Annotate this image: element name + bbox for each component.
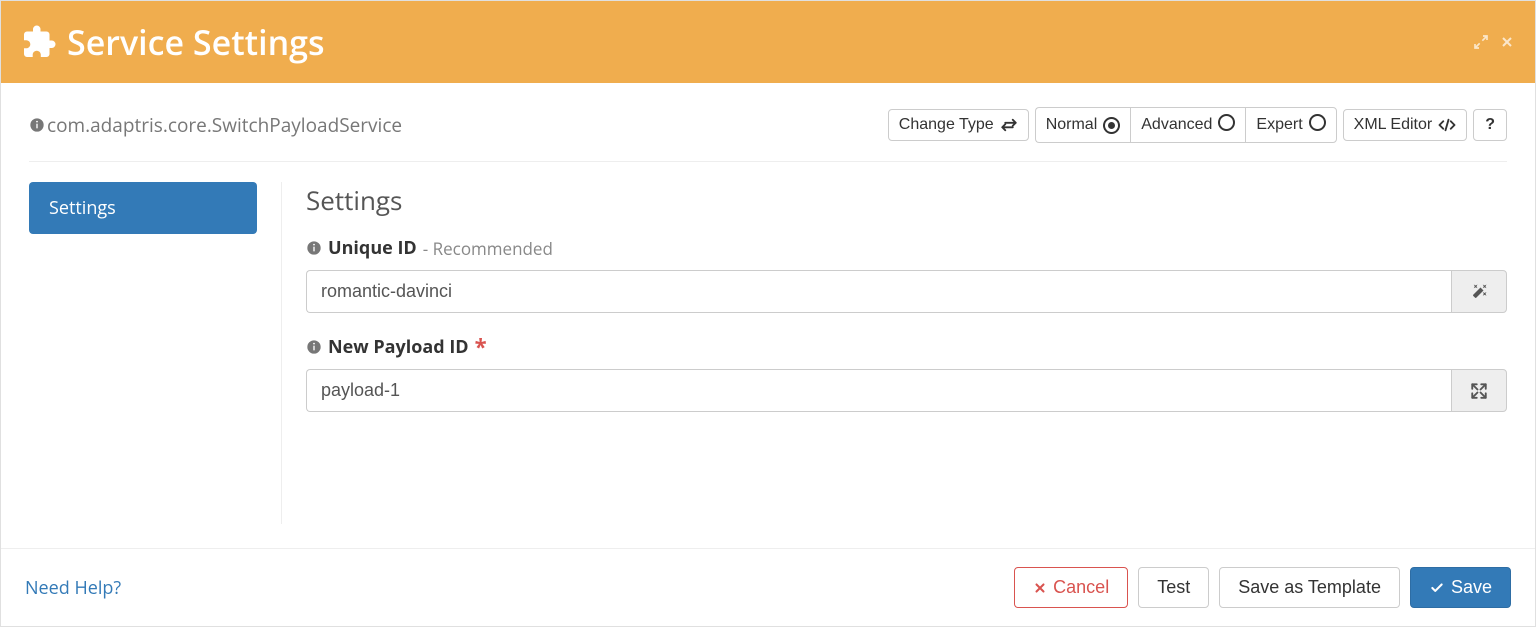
magic-wand-button[interactable]	[1451, 270, 1507, 313]
info-icon	[29, 117, 45, 133]
required-indicator: *	[475, 342, 487, 353]
unique-id-input[interactable]	[306, 270, 1451, 313]
modal-title: Service Settings	[67, 19, 325, 65]
unique-id-label: Unique ID	[328, 236, 417, 260]
service-classname: com.adaptris.core.SwitchPayloadService	[29, 112, 402, 138]
close-icon	[1033, 581, 1047, 595]
expand-field-button[interactable]	[1451, 369, 1507, 412]
info-icon[interactable]	[306, 339, 322, 355]
unique-id-hint: - Recommended	[423, 237, 553, 260]
exchange-icon	[1000, 118, 1018, 132]
check-icon	[1429, 581, 1445, 595]
side-tabs: Settings	[29, 182, 257, 524]
view-mode-normal-button[interactable]: Normal	[1035, 107, 1131, 143]
radio-unselected-icon	[1218, 114, 1235, 136]
view-mode-advanced-button[interactable]: Advanced	[1130, 107, 1245, 143]
cancel-button[interactable]: Cancel	[1014, 567, 1128, 608]
view-mode-expert-button[interactable]: Expert	[1245, 107, 1336, 143]
new-payload-id-label: New Payload ID	[328, 335, 469, 359]
info-icon[interactable]	[306, 240, 322, 256]
form-panel: Settings Unique ID - Recommended	[281, 182, 1507, 524]
modal-body: com.adaptris.core.SwitchPayloadService C…	[1, 83, 1535, 548]
modal-footer: Need Help? Cancel Test Save as Template	[1, 548, 1535, 626]
code-icon	[1438, 118, 1456, 132]
save-button[interactable]: Save	[1410, 567, 1511, 608]
expand-arrows-icon	[1470, 382, 1488, 400]
help-button[interactable]: ?	[1473, 109, 1507, 141]
close-icon[interactable]	[1499, 34, 1515, 50]
form-group-unique-id: Unique ID - Recommended	[306, 236, 1507, 313]
change-type-button[interactable]: Change Type	[888, 109, 1029, 141]
test-button[interactable]: Test	[1138, 567, 1209, 608]
radio-selected-icon	[1103, 116, 1120, 134]
need-help-link[interactable]: Need Help?	[25, 576, 121, 600]
expand-icon[interactable]	[1473, 34, 1489, 50]
divider	[29, 161, 1507, 162]
section-title: Settings	[306, 182, 1507, 218]
radio-unselected-icon	[1309, 114, 1326, 136]
form-group-new-payload-id: New Payload ID *	[306, 335, 1507, 412]
modal-header: Service Settings	[1, 1, 1535, 83]
xml-editor-button[interactable]: XML Editor	[1343, 109, 1468, 141]
tab-settings[interactable]: Settings	[29, 182, 257, 234]
new-payload-id-input[interactable]	[306, 369, 1451, 412]
service-settings-modal: Service Settings	[0, 0, 1536, 627]
puzzle-icon	[21, 24, 57, 60]
magic-wand-icon	[1470, 283, 1488, 301]
save-as-template-button[interactable]: Save as Template	[1219, 567, 1400, 608]
